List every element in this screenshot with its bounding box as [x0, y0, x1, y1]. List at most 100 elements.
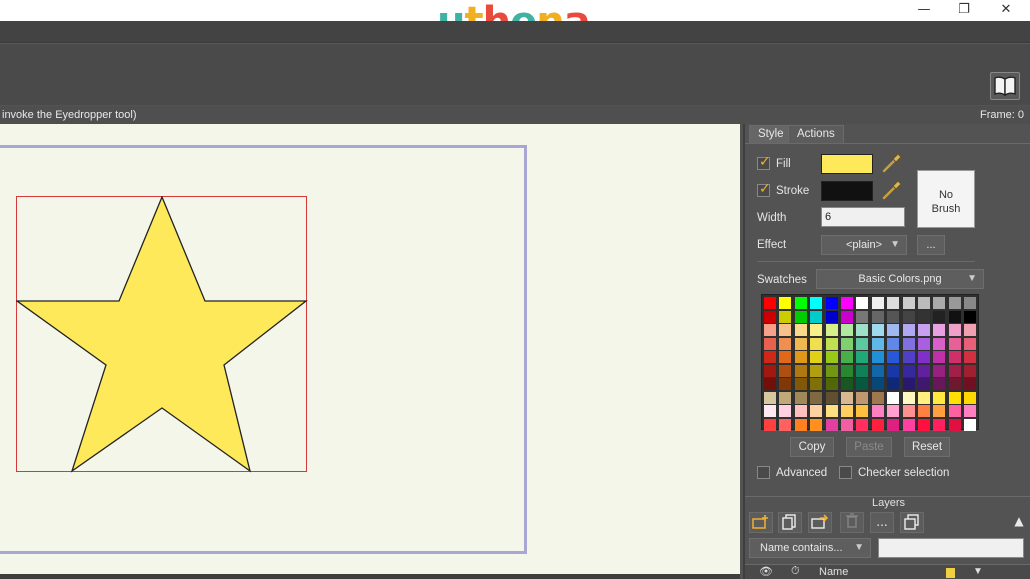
swatch-cell[interactable]: [856, 405, 869, 417]
swatch-cell[interactable]: [933, 297, 946, 309]
swatch-cell[interactable]: [810, 364, 823, 377]
drawing-canvas[interactable]: [0, 124, 740, 579]
swatch-cell[interactable]: [871, 337, 884, 350]
swatch-cell[interactable]: [825, 351, 838, 363]
swatch-cell[interactable]: [933, 337, 946, 350]
move-layer-icon[interactable]: [808, 512, 832, 533]
swatch-cell[interactable]: [764, 297, 776, 309]
book-icon[interactable]: [990, 72, 1020, 100]
swatch-cell[interactable]: [871, 391, 884, 404]
swatch-cell[interactable]: [825, 418, 838, 431]
swatch-cell[interactable]: [887, 337, 900, 350]
swatch-cell[interactable]: [825, 324, 838, 336]
swatch-cell[interactable]: [841, 310, 853, 323]
swatch-cell[interactable]: [810, 310, 823, 323]
merge-layer-icon[interactable]: [900, 512, 924, 533]
swatch-cell[interactable]: [825, 337, 838, 350]
swatch-cell[interactable]: [887, 351, 900, 363]
swatch-cell[interactable]: [825, 378, 838, 390]
swatch-cell[interactable]: [794, 297, 807, 309]
swatch-cell[interactable]: [964, 418, 977, 431]
swatch-cell[interactable]: [794, 418, 807, 431]
swatch-cell[interactable]: [764, 364, 776, 377]
swatch-cell[interactable]: [871, 351, 884, 363]
swatch-cell[interactable]: [902, 297, 915, 309]
swatch-cell[interactable]: [764, 351, 776, 363]
swatch-cell[interactable]: [887, 324, 900, 336]
swatch-cell[interactable]: [764, 418, 776, 431]
swatch-cell[interactable]: [948, 297, 961, 309]
swatch-cell[interactable]: [856, 418, 869, 431]
swatch-cell[interactable]: [871, 297, 884, 309]
swatch-cell[interactable]: [794, 391, 807, 404]
add-layer-icon[interactable]: [749, 512, 773, 533]
swatch-cell[interactable]: [871, 310, 884, 323]
swatch-cell[interactable]: [856, 391, 869, 404]
swatch-cell[interactable]: [918, 297, 930, 309]
swatch-cell[interactable]: [825, 391, 838, 404]
swatch-cell[interactable]: [964, 351, 977, 363]
swatch-cell[interactable]: [764, 337, 776, 350]
chevron-down-icon[interactable]: ▼: [973, 566, 983, 577]
swatch-cell[interactable]: [871, 364, 884, 377]
timer-icon[interactable]: ⏱: [791, 565, 800, 578]
swatch-cell[interactable]: [856, 297, 869, 309]
swatch-cell[interactable]: [764, 310, 776, 323]
reset-button[interactable]: Reset: [904, 437, 950, 457]
swatch-cell[interactable]: [841, 391, 853, 404]
swatch-cell[interactable]: [887, 405, 900, 417]
swatch-cell[interactable]: [948, 310, 961, 323]
swatch-cell[interactable]: [871, 378, 884, 390]
swatch-cell[interactable]: [948, 364, 961, 377]
swatch-cell[interactable]: [794, 337, 807, 350]
swatch-cell[interactable]: [933, 364, 946, 377]
swatch-cell[interactable]: [902, 310, 915, 323]
swatch-cell[interactable]: [779, 324, 792, 336]
swatch-cell[interactable]: [794, 351, 807, 363]
chevron-up-icon[interactable]: ▲: [1007, 512, 1030, 533]
swatch-cell[interactable]: [871, 324, 884, 336]
swatch-cell[interactable]: [902, 364, 915, 377]
swatch-cell[interactable]: [918, 310, 930, 323]
swatch-cell[interactable]: [841, 418, 853, 431]
swatch-cell[interactable]: [794, 364, 807, 377]
swatch-cell[interactable]: [825, 364, 838, 377]
star-shape[interactable]: [16, 196, 308, 474]
swatch-cell[interactable]: [810, 418, 823, 431]
swatch-cell[interactable]: [825, 310, 838, 323]
swatch-cell[interactable]: [871, 418, 884, 431]
tab-actions[interactable]: Actions: [788, 125, 844, 143]
swatch-cell[interactable]: [948, 378, 961, 390]
swatch-cell[interactable]: [794, 310, 807, 323]
layer-filter-dropdown[interactable]: Name contains... ▼: [749, 538, 871, 558]
swatch-cell[interactable]: [779, 297, 792, 309]
swatch-cell[interactable]: [794, 378, 807, 390]
swatch-cell[interactable]: [902, 378, 915, 390]
swatch-cell[interactable]: [810, 297, 823, 309]
swatch-cell[interactable]: [918, 378, 930, 390]
paste-button[interactable]: Paste: [846, 437, 892, 457]
swatch-cell[interactable]: [964, 297, 977, 309]
swatch-cell[interactable]: [933, 405, 946, 417]
swatch-cell[interactable]: [841, 364, 853, 377]
swatch-cell[interactable]: [764, 378, 776, 390]
layer-filter-input[interactable]: [878, 538, 1024, 558]
swatch-cell[interactable]: [779, 364, 792, 377]
swatch-cell[interactable]: [856, 378, 869, 390]
swatch-cell[interactable]: [918, 391, 930, 404]
swatch-cell[interactable]: [902, 391, 915, 404]
column-name-header[interactable]: Name: [819, 566, 848, 578]
close-button[interactable]: ✕: [986, 0, 1026, 21]
swatch-cell[interactable]: [810, 337, 823, 350]
swatch-cell[interactable]: [856, 351, 869, 363]
copy-button[interactable]: Copy: [790, 437, 834, 457]
swatch-cell[interactable]: [918, 418, 930, 431]
swatch-cell[interactable]: [779, 337, 792, 350]
swatch-cell[interactable]: [902, 418, 915, 431]
swatch-cell[interactable]: [948, 391, 961, 404]
trash-icon[interactable]: [840, 512, 864, 533]
swatch-cell[interactable]: [933, 378, 946, 390]
swatch-cell[interactable]: [964, 337, 977, 350]
swatch-cell[interactable]: [902, 337, 915, 350]
swatch-cell[interactable]: [887, 378, 900, 390]
